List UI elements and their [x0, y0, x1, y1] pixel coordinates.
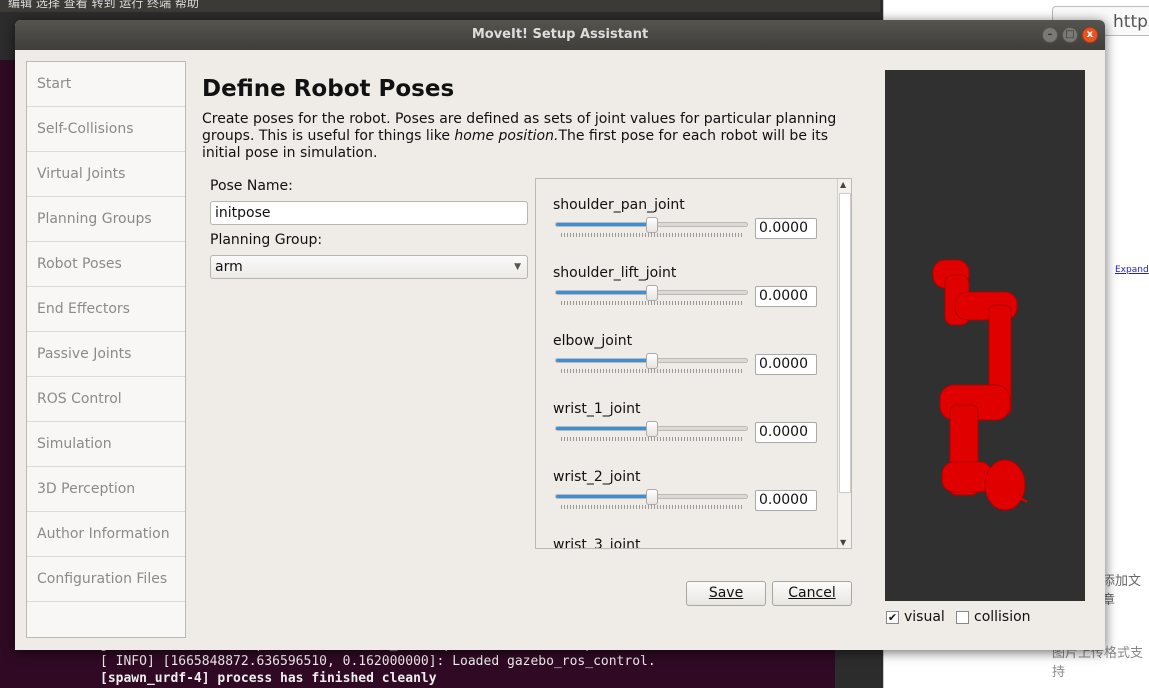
joint-value-input[interactable]: 0.0000: [755, 490, 817, 511]
sidebar-item-3d-perception[interactable]: 3D Perception: [27, 467, 185, 512]
sidebar-item-virtual-joints[interactable]: Virtual Joints: [27, 152, 185, 197]
terminal-line: [spawn_urdf-4] process has finished clea…: [100, 671, 437, 686]
slider-ticks: [561, 233, 743, 237]
page-description: Create poses for the robot. Poses are de…: [202, 111, 852, 162]
collision-checkbox[interactable]: [956, 611, 969, 624]
robot-link: [941, 461, 993, 493]
joint-sliders-panel: shoulder_pan_joint 0.0000 shoulder_lift_j…: [535, 178, 852, 549]
slider-fill: [556, 495, 652, 498]
sidebar-item-start[interactable]: Start: [27, 62, 185, 107]
sidebar-item-passive-joints[interactable]: Passive Joints: [27, 332, 185, 377]
sidebar-item-simulation[interactable]: Simulation: [27, 422, 185, 467]
visual-checkbox[interactable]: ✔: [886, 611, 899, 624]
sidebar-item-robot-poses[interactable]: Robot Poses: [27, 242, 185, 287]
description-emphasis: home position.: [454, 128, 559, 144]
slider-handle[interactable]: [645, 285, 658, 301]
title-bar[interactable]: MoveIt! Setup Assistant – □ x: [15, 20, 1105, 50]
maximize-button[interactable]: □: [1062, 27, 1078, 43]
sidebar-item-ros-control[interactable]: ROS Control: [27, 377, 185, 422]
robot-link: [984, 459, 1026, 511]
setup-assistant-window: MoveIt! Setup Assistant – □ x Start Self…: [15, 20, 1105, 650]
joint-name: wrist_2_joint: [553, 469, 641, 485]
visual-label: visual: [904, 609, 945, 625]
pose-name-label: Pose Name:: [210, 178, 293, 194]
cancel-button[interactable]: Cancel: [772, 581, 852, 606]
chevron-down-icon: ▼: [514, 262, 521, 272]
scrollbar-thumb[interactable]: [839, 193, 851, 493]
collision-label: collision: [974, 609, 1031, 625]
slider-fill: [556, 291, 652, 294]
joint-slider[interactable]: [555, 353, 748, 369]
vertical-scrollbar[interactable]: ▲ ▼: [837, 179, 851, 548]
close-button[interactable]: x: [1082, 27, 1098, 43]
slider-handle[interactable]: [645, 421, 658, 437]
minimize-button[interactable]: –: [1042, 27, 1058, 43]
planning-group-select[interactable]: arm ▼: [210, 255, 528, 279]
sidebar-item-configuration-files[interactable]: Configuration Files: [27, 557, 185, 602]
joint-name: shoulder_pan_joint: [553, 197, 685, 213]
joint-value-input[interactable]: 0.0000: [755, 286, 817, 307]
slider-handle[interactable]: [645, 489, 658, 505]
background-menubar: 编辑 选择 查看 转到 运行 终端 帮助: [0, 0, 880, 12]
robot-3d-viewer[interactable]: [885, 70, 1085, 601]
slider-handle[interactable]: [645, 217, 658, 233]
scroll-down-icon[interactable]: ▼: [840, 538, 846, 547]
sidebar-item-author-information[interactable]: Author Information: [27, 512, 185, 557]
slider-ticks: [561, 301, 743, 305]
slider-fill: [556, 359, 652, 362]
joint-value-input[interactable]: 0.0000: [755, 422, 817, 443]
slider-ticks: [561, 369, 743, 373]
slider-fill: [556, 427, 652, 430]
terminal-line: [ INFO] [1665848872.636596510, 0.1620000…: [100, 654, 656, 669]
joint-name: wrist_3_joint: [553, 537, 641, 549]
joint-value-input[interactable]: 0.0000: [755, 354, 817, 375]
scroll-up-icon[interactable]: ▲: [840, 180, 846, 189]
page-title: Define Robot Poses: [202, 76, 455, 102]
pose-name-input[interactable]: initpose: [210, 201, 528, 225]
joint-slider[interactable]: [555, 421, 748, 437]
slider-ticks: [561, 505, 743, 509]
joint-slider[interactable]: [555, 285, 748, 301]
planning-group-label: Planning Group:: [210, 232, 323, 248]
joint-slider[interactable]: [555, 217, 748, 233]
window-title: MoveIt! Setup Assistant: [471, 27, 649, 42]
sidebar-item-planning-groups[interactable]: Planning Groups: [27, 197, 185, 242]
sidebar-item-end-effectors[interactable]: End Effectors: [27, 287, 185, 332]
joint-name: elbow_joint: [553, 333, 633, 349]
joint-slider[interactable]: [555, 489, 748, 505]
slider-handle[interactable]: [645, 353, 658, 369]
save-button[interactable]: Save: [686, 581, 766, 606]
expand-link[interactable]: Expand: [1115, 265, 1149, 275]
sidebar-item-self-collisions[interactable]: Self-Collisions: [27, 107, 185, 152]
slider-fill: [556, 223, 652, 226]
robot-model: [932, 259, 1028, 511]
joint-value-input[interactable]: 0.0000: [755, 218, 817, 239]
joint-name: wrist_1_joint: [553, 401, 641, 417]
planning-group-value: arm: [215, 259, 243, 275]
joint-name: shoulder_lift_joint: [553, 265, 677, 281]
add-article-text: 添加文章: [1102, 574, 1142, 608]
sidebar-nav: Start Self-Collisions Virtual Joints Pla…: [26, 61, 186, 638]
slider-ticks: [561, 437, 743, 441]
